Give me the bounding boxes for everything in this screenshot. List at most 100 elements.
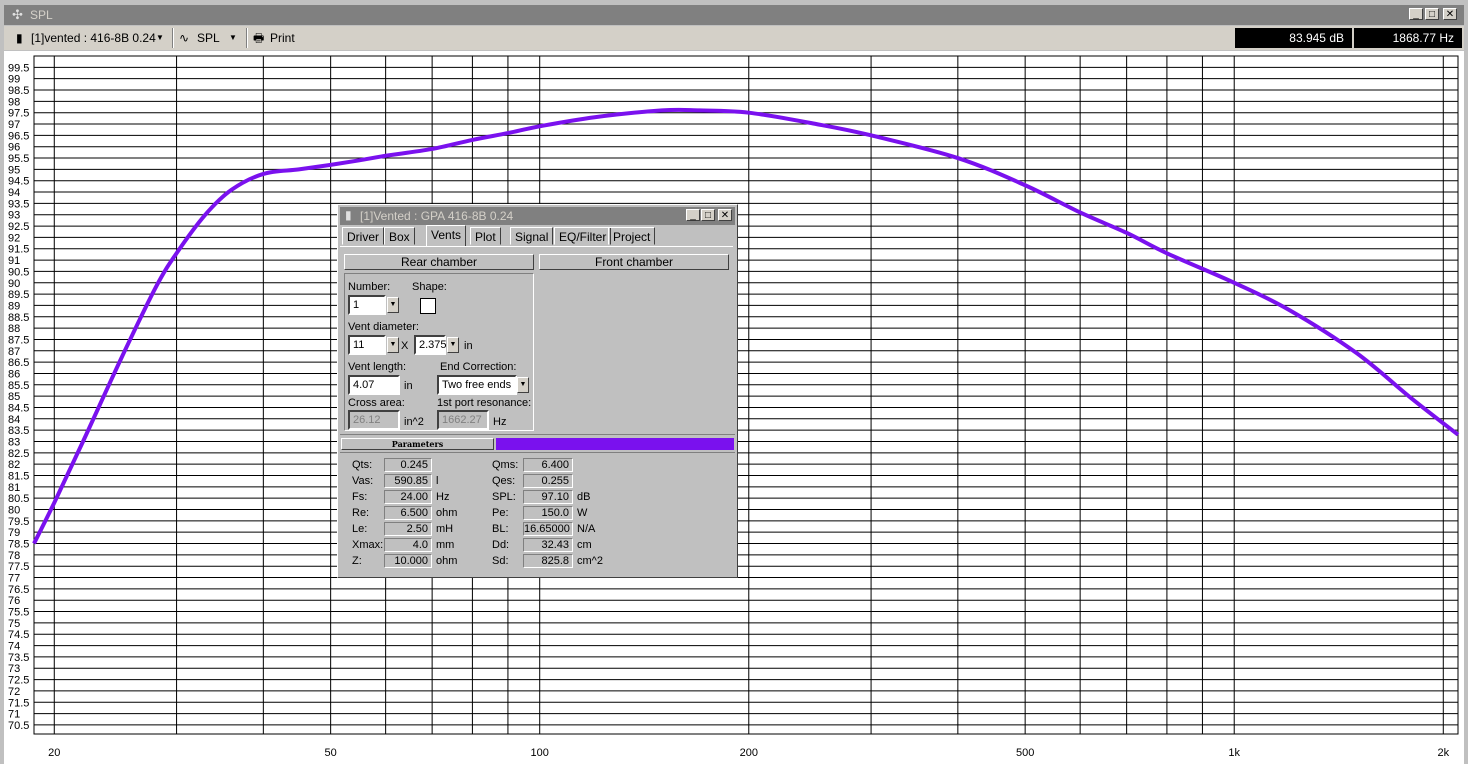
vent-length-input[interactable]: 4.07: [348, 375, 400, 395]
y-tick-label: 85.5: [8, 380, 29, 392]
chevron-down-icon[interactable]: ▼: [387, 297, 399, 313]
tab-eq-filter[interactable]: EQ/Filter: [554, 227, 612, 245]
param-unit: cm^2: [577, 555, 603, 567]
dialog-maximize-button[interactable]: □: [701, 209, 715, 221]
y-tick-label: 86: [8, 368, 20, 380]
tab-plot[interactable]: Plot: [470, 227, 501, 245]
y-tick-label: 77.5: [8, 561, 29, 573]
vent-diameter-1-select[interactable]: 11: [348, 335, 386, 355]
param-value: 97.10: [523, 490, 573, 504]
chevron-down-icon[interactable]: ▼: [229, 30, 237, 46]
x-tick-label: 200: [740, 747, 758, 759]
y-tick-label: 83.5: [8, 425, 29, 437]
y-tick-label: 94.5: [8, 176, 29, 188]
y-tick-label: 79: [8, 527, 20, 539]
y-tick-label: 70.5: [8, 720, 29, 732]
front-chamber-button[interactable]: Front chamber: [539, 254, 729, 270]
project-selector[interactable]: [1]vented : 416-8B 0.24: [31, 30, 156, 46]
dialog-title: [1]Vented : GPA 416-8B 0.24: [360, 209, 514, 223]
project-icon: ▮: [16, 31, 23, 45]
y-tick-label: 79.5: [8, 516, 29, 528]
y-tick-label: 71: [8, 709, 20, 721]
param-label: Vas:: [352, 475, 374, 487]
divider: [340, 434, 735, 435]
chevron-down-icon[interactable]: ▼: [517, 377, 529, 393]
number-select[interactable]: 1: [348, 295, 386, 315]
port-resonance-unit: Hz: [493, 416, 507, 428]
vent-diameter-label: Vent diameter:: [348, 321, 419, 333]
chevron-down-icon[interactable]: ▼: [156, 30, 164, 46]
chevron-down-icon[interactable]: ▼: [387, 337, 399, 353]
toolbar-separator: [246, 28, 248, 48]
dialog-minimize-button[interactable]: _: [686, 209, 700, 221]
param-value: 2.50: [384, 522, 432, 536]
y-tick-label: 83: [8, 436, 20, 448]
y-tick-label: 85: [8, 391, 20, 403]
y-tick-label: 95.5: [8, 153, 29, 165]
printer-icon: 🖶: [253, 31, 265, 45]
y-tick-label: 92.5: [8, 221, 29, 233]
y-tick-label: 75.5: [8, 607, 29, 619]
times-symbol: X: [401, 340, 409, 352]
window-titlebar: ✣ SPL _ □ ✕: [4, 5, 1464, 25]
cross-area-output: 26.12: [348, 410, 400, 430]
maximize-button[interactable]: □: [1425, 8, 1439, 20]
vent-diameter-2-select[interactable]: 2.375: [414, 335, 447, 355]
tab-driver[interactable]: Driver: [342, 227, 384, 245]
end-correction-select[interactable]: Two free ends: [437, 375, 517, 395]
minimize-button[interactable]: _: [1409, 8, 1423, 20]
param-unit: mm: [436, 539, 455, 551]
param-label: Qts:: [352, 459, 373, 471]
rear-chamber-button[interactable]: Rear chamber: [344, 254, 534, 270]
param-label: Qms:: [492, 459, 519, 471]
param-value: 590.85: [384, 474, 432, 488]
chevron-down-icon[interactable]: ▼: [447, 337, 459, 353]
tab-project[interactable]: Project: [608, 227, 656, 245]
param-label: Xmax:: [352, 539, 384, 551]
param-label: Z:: [352, 555, 362, 567]
param-label: Re:: [352, 507, 370, 519]
cross-area-unit: in^2: [404, 416, 424, 428]
param-unit: l: [436, 475, 439, 487]
param-value: 825.8: [523, 554, 573, 568]
y-tick-label: 76: [8, 595, 20, 607]
tab-signal[interactable]: Signal: [510, 227, 554, 245]
y-tick-label: 75: [8, 618, 20, 630]
y-tick-label: 91: [8, 255, 20, 267]
mode-selector[interactable]: SPL: [197, 30, 220, 46]
tab-vents[interactable]: Vents: [426, 225, 467, 247]
x-tick-label: 100: [531, 747, 549, 759]
y-tick-label: 92: [8, 232, 20, 244]
dialog-titlebar: ▮ [1]Vented : GPA 416-8B 0.24 _ □ ✕: [340, 207, 735, 225]
port-resonance-output: 1662.27: [437, 410, 489, 430]
shape-swatch[interactable]: [420, 298, 436, 314]
param-unit: dB: [577, 491, 591, 503]
cross-area-label: Cross area:: [348, 397, 405, 409]
y-tick-label: 82.5: [8, 448, 29, 460]
x-tick-label: 20: [48, 747, 60, 759]
dialog-close-button[interactable]: ✕: [718, 209, 732, 221]
app-icon: ✣: [12, 7, 23, 22]
param-value: 32.43: [523, 538, 573, 552]
y-tick-label: 73.5: [8, 652, 29, 664]
y-tick-label: 94: [8, 187, 20, 199]
vent-length-unit: in: [404, 380, 413, 392]
y-tick-label: 96.5: [8, 130, 29, 142]
parameters-accent-bar: [496, 438, 734, 450]
close-button[interactable]: ✕: [1443, 8, 1457, 20]
y-tick-label: 91.5: [8, 244, 29, 256]
db-readout: 83.945 dB: [1235, 28, 1352, 48]
y-tick-label: 84.5: [8, 402, 29, 414]
param-unit: mH: [436, 523, 454, 535]
tab-box[interactable]: Box: [384, 227, 415, 245]
print-button[interactable]: Print: [270, 30, 295, 46]
end-correction-label: End Correction:: [440, 361, 517, 373]
param-value: 4.0: [384, 538, 432, 552]
y-tick-label: 89.5: [8, 289, 29, 301]
param-label: Dd:: [492, 539, 510, 551]
param-value: 150.0: [523, 506, 573, 520]
y-tick-label: 84: [8, 414, 20, 426]
param-unit: Hz: [436, 491, 450, 503]
y-tick-label: 82: [8, 459, 20, 471]
x-tick-label: 2k: [1437, 747, 1449, 759]
